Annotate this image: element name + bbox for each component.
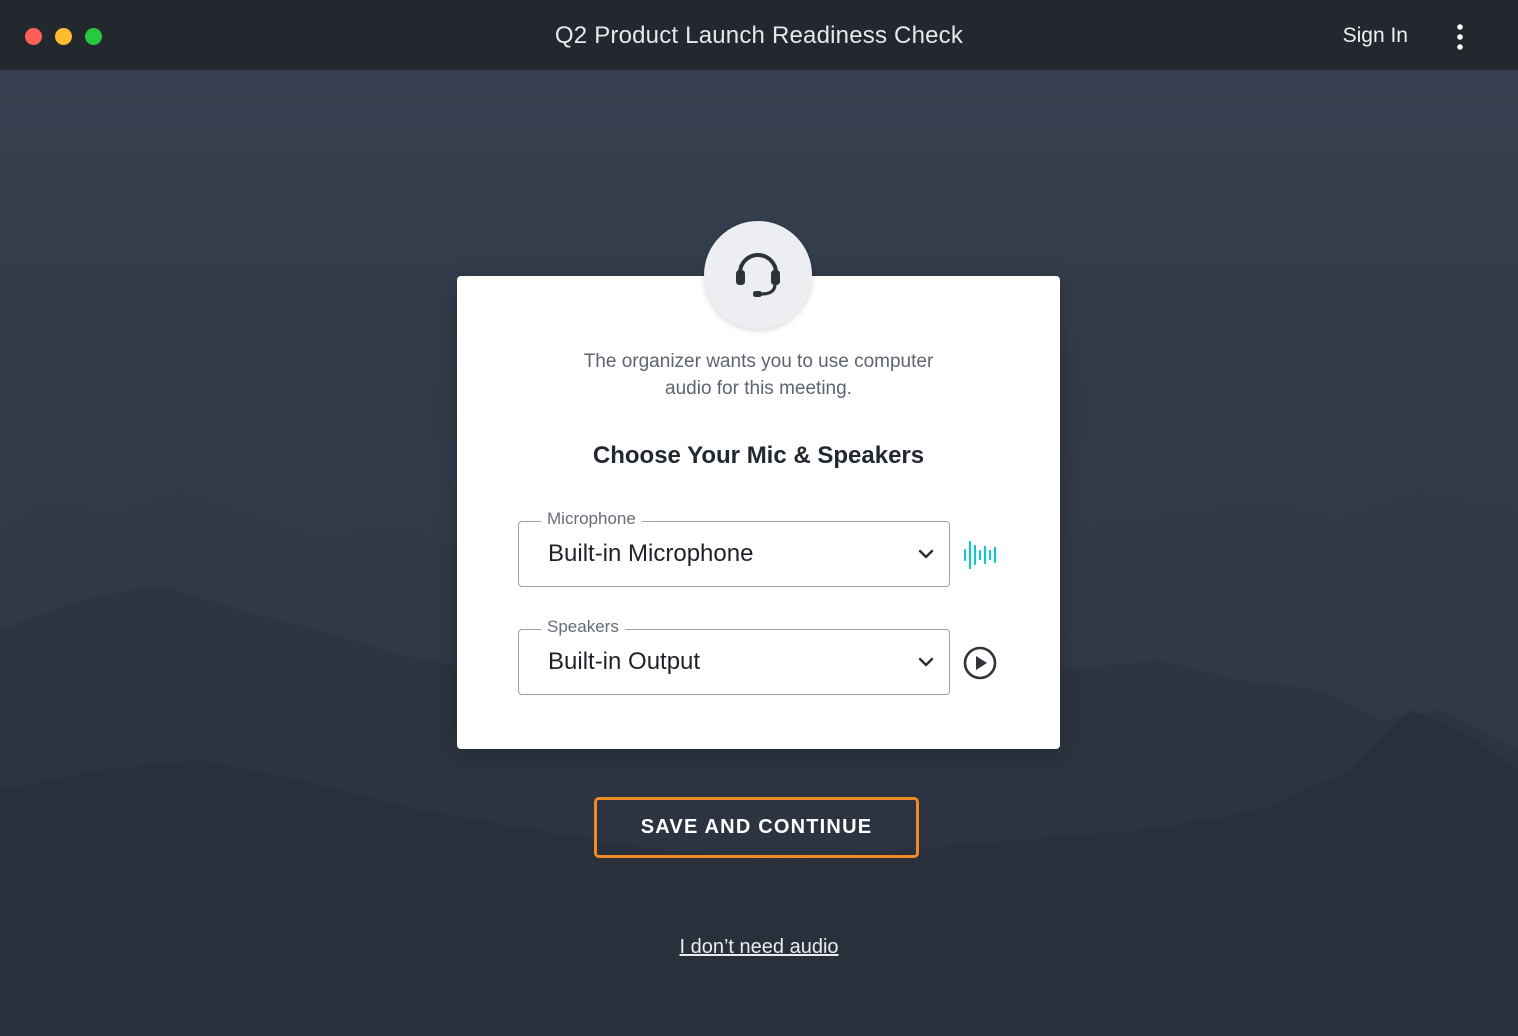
play-circle-icon[interactable] [962, 645, 998, 681]
microphone-value: Built-in Microphone [548, 540, 754, 567]
sign-in-link[interactable]: Sign In [1343, 24, 1408, 48]
window-title: Q2 Product Launch Readiness Check [554, 22, 964, 49]
organizer-message: The organizer wants you to use computer … [583, 351, 934, 399]
kebab-menu-icon[interactable] [1450, 24, 1470, 50]
no-audio-link-text[interactable]: I don’t need audio [679, 936, 838, 958]
dialog-heading: Choose Your Mic & Speakers [592, 442, 925, 469]
main-content: The organizer wants you to use computer … [0, 70, 1518, 1036]
save-and-continue-button[interactable]: SAVE AND CONTINUE [594, 797, 919, 858]
microphone-label: Microphone [541, 509, 642, 529]
headset-icon [731, 246, 785, 305]
chevron-down-icon [917, 653, 935, 671]
app-window: Q2 Product Launch Readiness Check Sign I… [0, 0, 1518, 1036]
title-bar: Q2 Product Launch Readiness Check Sign I… [0, 0, 1518, 71]
no-audio-link: I don’t need audio [0, 936, 1518, 959]
audio-setup-card: The organizer wants you to use computer … [457, 276, 1060, 749]
speakers-value: Built-in Output [548, 648, 701, 675]
speakers-select[interactable]: Speakers Built-in Output [518, 617, 950, 695]
microphone-select[interactable]: Microphone Built-in Microphone [518, 509, 950, 587]
speakers-label: Speakers [541, 617, 625, 637]
audio-level-icon [962, 537, 998, 573]
chevron-down-icon [917, 545, 935, 563]
headset-avatar [704, 221, 812, 329]
